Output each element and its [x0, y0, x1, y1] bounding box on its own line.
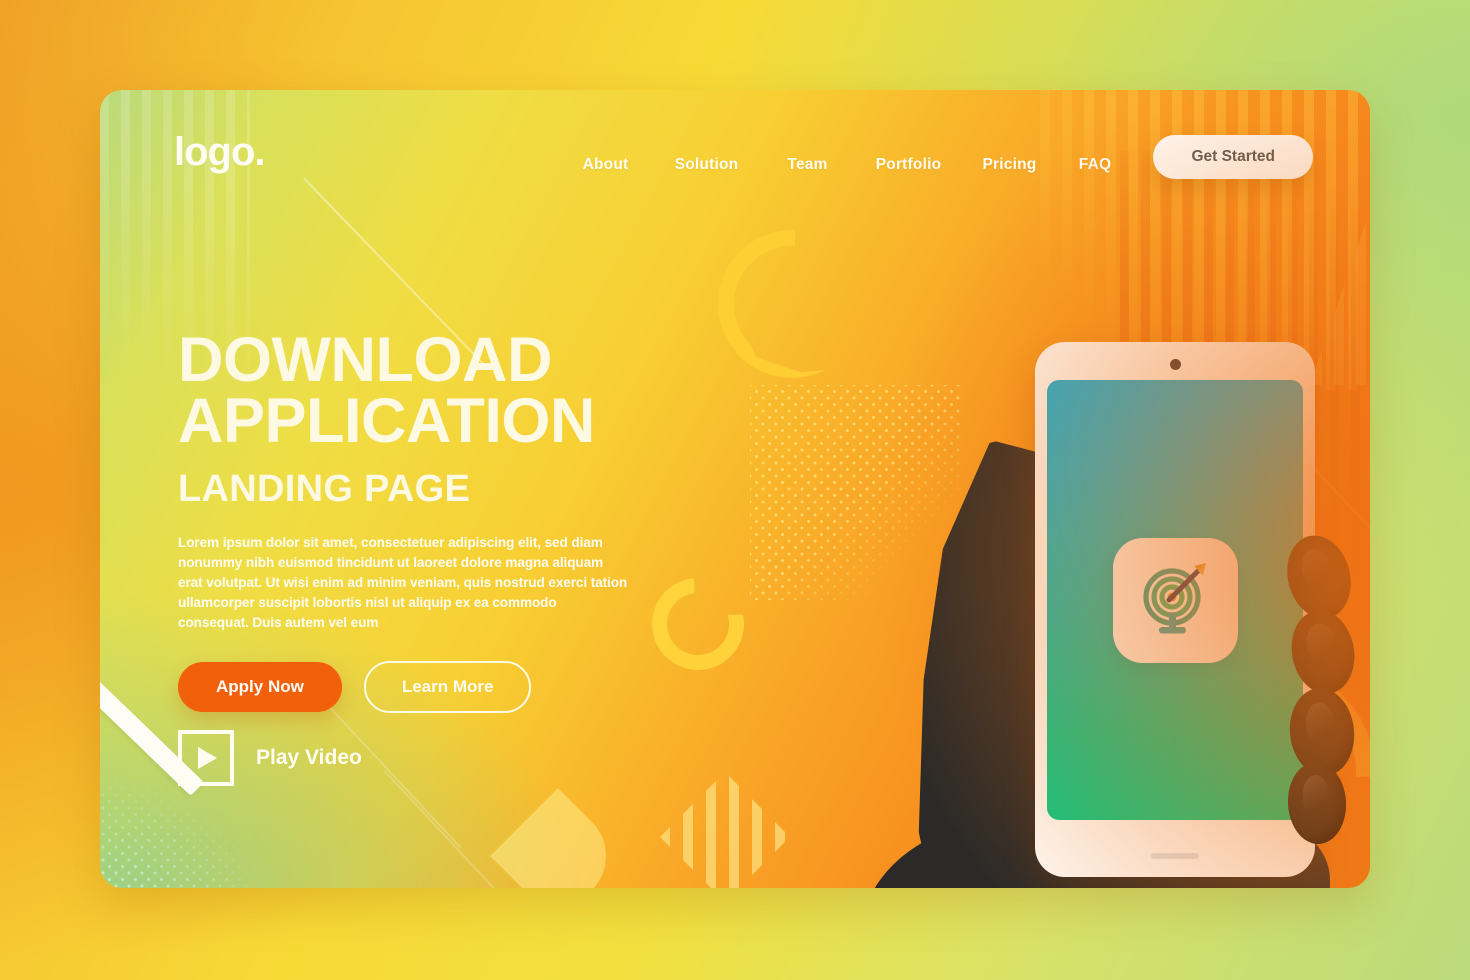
nav-item-pricing[interactable]: Pricing — [959, 150, 1060, 180]
play-video-control[interactable]: Play Video — [178, 730, 362, 786]
logo[interactable]: logo. — [174, 130, 266, 175]
phone-screen — [1047, 380, 1303, 820]
nav-item-portfolio[interactable]: Portfolio — [858, 150, 959, 180]
nav-links: About Solution Team Portfolio Pricing FA… — [555, 150, 1130, 180]
nav-item-solution[interactable]: Solution — [656, 150, 757, 180]
navbar: logo. About Solution Team Portfolio Pric… — [100, 90, 1370, 240]
hand-holding-phone-illustration — [790, 320, 1370, 888]
page-title: DOWNLOAD APPLICATION — [178, 325, 738, 457]
nav-item-team[interactable]: Team — [757, 150, 858, 180]
phone-home-indicator — [1151, 853, 1199, 859]
play-icon[interactable] — [178, 730, 234, 786]
play-triangle-icon — [198, 747, 217, 769]
landing-page-card: logo. About Solution Team Portfolio Pric… — [100, 90, 1370, 888]
page-title-line-1: DOWNLOAD — [178, 325, 552, 395]
app-icon-tile[interactable] — [1112, 537, 1238, 663]
nav-item-about[interactable]: About — [555, 150, 656, 180]
play-video-label: Play Video — [256, 746, 362, 769]
get-started-button[interactable]: Get Started — [1153, 135, 1313, 179]
nav-item-faq[interactable]: FAQ — [1060, 150, 1130, 180]
phone-camera-icon — [1169, 359, 1181, 370]
learn-more-button[interactable]: Learn More — [363, 661, 532, 714]
target-arrow-icon — [1143, 563, 1206, 634]
page-title-line-2: APPLICATION — [178, 386, 595, 457]
apply-now-button[interactable]: Apply Now — [178, 662, 342, 713]
hero-paragraph: Lorem ipsum dolor sit amet, consectetuer… — [178, 535, 628, 631]
page-subtitle: LANDING PAGE — [178, 468, 471, 511]
smartphone-mockup — [1035, 342, 1315, 877]
hero-section: DOWNLOAD APPLICATION LANDING PAGE Lorem … — [178, 325, 738, 786]
cta-group: Apply Now Learn More — [178, 661, 738, 714]
